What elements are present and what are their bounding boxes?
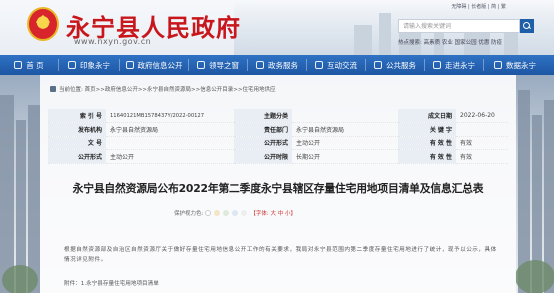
nav-leaders[interactable]: 领导之窗 (189, 55, 247, 75)
docno-label: 文 号 (48, 136, 106, 151)
nav-label: 互动交流 (327, 60, 357, 70)
public-icon (374, 61, 382, 69)
eye-protect-label: 保护视力色: (174, 211, 204, 217)
color-swatch-gray[interactable] (240, 210, 247, 216)
valid-value: 有效 (456, 149, 508, 164)
valid-value: 有效 (456, 136, 508, 151)
top-links[interactable]: 无障碍 | 长者版 | 简 | 繁 (451, 3, 506, 10)
nav-label: 印象永宁 (80, 60, 110, 70)
table-row: 发布机构 永宁县自然资源局 责任部门 永宁县自然资源局 关 键 字 (48, 122, 508, 137)
nav-label: 政务服务 (268, 60, 298, 70)
subject-label: 主题分类 (234, 109, 292, 124)
table-row: 文 号 公开形式 主动公开 有 效 性 有效 (48, 136, 508, 151)
dept-label: 责任部门 (234, 122, 292, 137)
national-emblem-icon (27, 7, 59, 41)
service-icon (256, 61, 264, 69)
home-icon (14, 61, 23, 69)
subject-value (292, 109, 398, 124)
main-nav: 首 页 印象永宁 政府信息公开 领导之窗 政务服务 互动交流 公共服务 走进永宁… (0, 55, 554, 75)
nav-info-public[interactable]: 政府信息公开 (120, 55, 188, 75)
keywords-value (456, 122, 508, 137)
nav-impression[interactable]: 印象永宁 (59, 55, 119, 75)
docno-value (106, 136, 234, 151)
hot-search-words[interactable]: 热点搜索: 高素质 农业 国家公园 优惠 防疫 (398, 38, 502, 46)
keywords-label: 关 键 字 (398, 122, 456, 137)
search-input[interactable]: 请输入搜索关键词 (398, 19, 520, 33)
document-body: 根据自然资源部及自治区自然资源厅关于做好存量住宅用地信息公开工作的有关要求，我局… (64, 247, 497, 263)
form-value: 主动公开 (292, 136, 398, 151)
scope-value: 长期公开 (292, 149, 398, 164)
form-label: 公开形式 (234, 136, 292, 151)
form-value: 主动公开 (106, 149, 234, 164)
publisher-label: 发布机构 (48, 122, 106, 137)
dept-value: 永宁县自然资源局 (292, 122, 398, 137)
color-swatch-blue[interactable] (231, 210, 238, 216)
enter-icon (433, 61, 441, 69)
breadcrumb-text: 当前位置: 首页>>政府信息公开>>永宁县自然资源局>>信息公开目录>>住宅用地… (59, 87, 276, 93)
publisher-value: 永宁县自然资源局 (106, 122, 234, 137)
site-url: www.nxyn.gov.cn (74, 37, 152, 46)
date-label: 成文日期 (398, 109, 456, 124)
nav-label: 政府信息公开 (137, 60, 183, 70)
nav-label: 首 页 (26, 60, 44, 70)
location-icon (50, 86, 56, 92)
nav-label: 数据永宁 (506, 60, 536, 70)
form-label: 公开形式 (48, 149, 106, 164)
valid-label: 有 效 性 (398, 149, 456, 164)
data-icon (494, 61, 502, 69)
reading-options: 保护视力色: 【字体: 大 中 小】 (174, 209, 298, 217)
nav-home[interactable]: 首 页 (0, 55, 58, 75)
search-icon[interactable] (520, 19, 534, 33)
color-swatch-yellow[interactable] (213, 210, 220, 216)
leader-icon (197, 61, 205, 69)
breadcrumb[interactable]: 当前位置: 首页>>政府信息公开>>永宁县自然资源局>>信息公开目录>>住宅用地… (50, 85, 275, 93)
attachment-link[interactable]: 附件：1.永宁县存量住宅用地项目清单 (64, 279, 159, 287)
document-title: 永宁县自然资源局公布2022年第二季度永宁县辖区存量住宅用地项目清单及信息汇总表 (72, 182, 484, 195)
chat-icon (315, 61, 323, 69)
scope-label: 公开时限 (234, 149, 292, 164)
font-size-toggle[interactable]: 【字体: 大 中 小】 (250, 209, 296, 217)
index-label: 索 引 号 (48, 109, 106, 124)
nav-public-service[interactable]: 公共服务 (366, 55, 424, 75)
nav-enter[interactable]: 走进永宁 (425, 55, 483, 75)
color-swatch-green[interactable] (222, 210, 229, 216)
nav-data[interactable]: 数据永宁 (484, 55, 546, 75)
nav-label: 领导之窗 (209, 60, 239, 70)
nav-label: 公共服务 (386, 60, 416, 70)
table-row: 索 引 号 11640121MB1578437Y/2022-00127 主题分类… (48, 109, 508, 124)
site-header: 永宁县人民政府 www.nxyn.gov.cn 无障碍 | 长者版 | 简 | … (0, 0, 554, 55)
impression-icon (68, 61, 76, 69)
date-value: 2022-06-20 (456, 109, 508, 124)
nav-service[interactable]: 政务服务 (248, 55, 306, 75)
document-info-table: 索 引 号 11640121MB1578437Y/2022-00127 主题分类… (48, 109, 508, 164)
nav-interaction[interactable]: 互动交流 (307, 55, 365, 75)
color-swatch-white[interactable] (204, 210, 211, 216)
valid-label: 有 效 性 (398, 136, 456, 151)
nav-label: 走进永宁 (445, 60, 475, 70)
index-value: 11640121MB1578437Y/2022-00127 (106, 109, 234, 124)
info-icon (125, 61, 134, 69)
table-row: 公开形式 主动公开 公开时限 长期公开 有 效 性 有效 (48, 149, 508, 164)
